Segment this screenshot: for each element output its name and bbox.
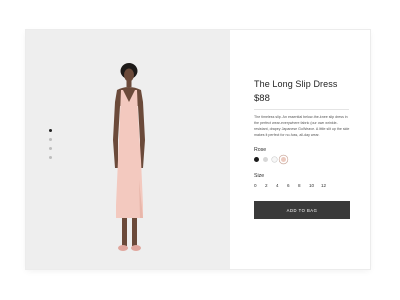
size-option[interactable]: 4 — [276, 183, 287, 188]
product-gallery — [26, 30, 230, 269]
size-option[interactable]: 12 — [321, 183, 333, 188]
gallery-dot[interactable] — [49, 156, 52, 159]
gallery-pagination — [49, 129, 52, 159]
gallery-dot[interactable] — [49, 129, 52, 132]
color-swatch-grey[interactable] — [263, 157, 268, 162]
add-to-bag-button[interactable]: ADD TO BAG — [254, 201, 350, 219]
size-option[interactable]: 0 — [254, 183, 265, 188]
size-option[interactable]: 2 — [265, 183, 276, 188]
product-price: $88 — [254, 93, 270, 104]
size-option[interactable]: 6 — [287, 183, 298, 188]
size-options: 0 2 4 6 8 10 12 — [254, 183, 333, 188]
gallery-dot[interactable] — [49, 138, 52, 141]
color-swatches — [254, 157, 286, 162]
color-label: Rose — [254, 147, 267, 153]
product-image — [113, 63, 145, 251]
gallery-dot[interactable] — [49, 147, 52, 150]
color-swatch-black[interactable] — [254, 157, 259, 162]
product-description: The timeless slip. An essential below-th… — [254, 115, 350, 137]
product-card: The Long Slip Dress $88 The timeless sli… — [26, 30, 370, 269]
size-label: Size — [254, 173, 265, 179]
product-info: The Long Slip Dress $88 The timeless sli… — [230, 30, 370, 269]
size-option[interactable]: 10 — [309, 183, 321, 188]
divider — [254, 109, 349, 110]
product-title: The Long Slip Dress — [254, 79, 338, 89]
color-swatch-white[interactable] — [272, 157, 277, 162]
size-option[interactable]: 8 — [298, 183, 309, 188]
color-swatch-rose[interactable] — [281, 157, 286, 162]
